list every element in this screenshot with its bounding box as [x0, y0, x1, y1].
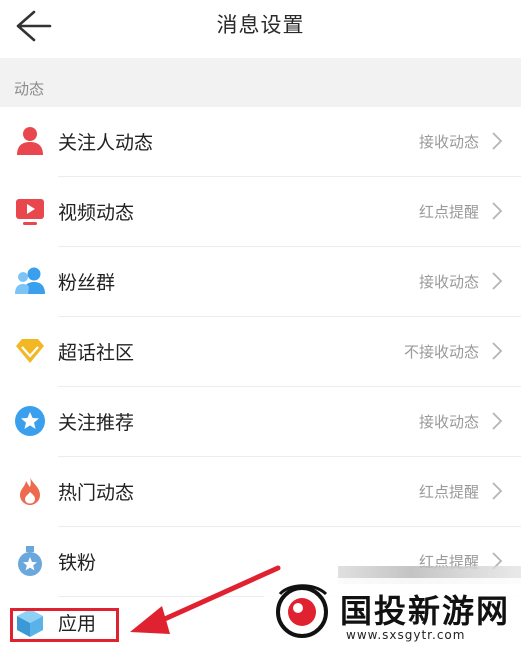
pointer-arrow-icon	[130, 565, 281, 634]
setting-value: 接收动态	[418, 413, 479, 431]
person-icon	[17, 127, 43, 155]
chevron-right-icon	[492, 412, 503, 430]
watermark-url: www.sxsgytr.com	[346, 628, 466, 642]
setting-label: 热门动态	[58, 482, 135, 504]
section-header: 动态	[0, 58, 521, 107]
setting-value: 红点提醒	[418, 483, 479, 501]
setting-row-video-updates[interactable]: 视频动态 红点提醒	[0, 177, 521, 247]
setting-value: 红点提醒	[418, 203, 479, 221]
chevron-right-icon	[492, 202, 503, 220]
watermark: 国投新游网 www.sxsgytr.com	[264, 578, 521, 648]
setting-label: 超话社区	[58, 342, 135, 364]
setting-label: 粉丝群	[58, 272, 116, 294]
setting-value: 不接收动态	[403, 343, 479, 361]
setting-label: 视频动态	[58, 202, 135, 224]
group-icon	[15, 267, 45, 294]
star-badge-icon	[15, 406, 45, 436]
setting-row-fan-group[interactable]: 粉丝群 接收动态	[0, 247, 521, 317]
highlight-box	[10, 608, 119, 642]
medal-icon	[18, 546, 42, 576]
setting-label: 关注人动态	[58, 132, 154, 154]
chevron-right-icon	[492, 482, 503, 500]
setting-label: 铁粉	[58, 552, 97, 574]
chevron-right-icon	[492, 272, 503, 290]
watermark-logo	[276, 584, 328, 638]
page-title: 消息设置	[216, 13, 305, 37]
flame-icon	[20, 477, 40, 505]
setting-row-followed-updates[interactable]: 关注人动态 接收动态	[0, 107, 521, 177]
setting-row-hot-updates[interactable]: 热门动态 红点提醒	[0, 457, 521, 527]
chevron-right-icon	[492, 342, 503, 360]
setting-value: 接收动态	[418, 133, 479, 151]
watermark-name: 国投新游网	[340, 592, 511, 630]
section-label: 动态	[14, 80, 45, 98]
setting-row-super-topic[interactable]: 超话社区 不接收动态	[0, 317, 521, 387]
top-bar: 消息设置	[0, 0, 521, 58]
setting-label: 关注推荐	[58, 412, 135, 434]
diamond-icon	[16, 339, 44, 363]
setting-value: 接收动态	[418, 273, 479, 291]
chevron-right-icon	[492, 132, 503, 150]
setting-row-follow-recommend[interactable]: 关注推荐 接收动态	[0, 387, 521, 457]
video-play-icon	[16, 199, 44, 225]
